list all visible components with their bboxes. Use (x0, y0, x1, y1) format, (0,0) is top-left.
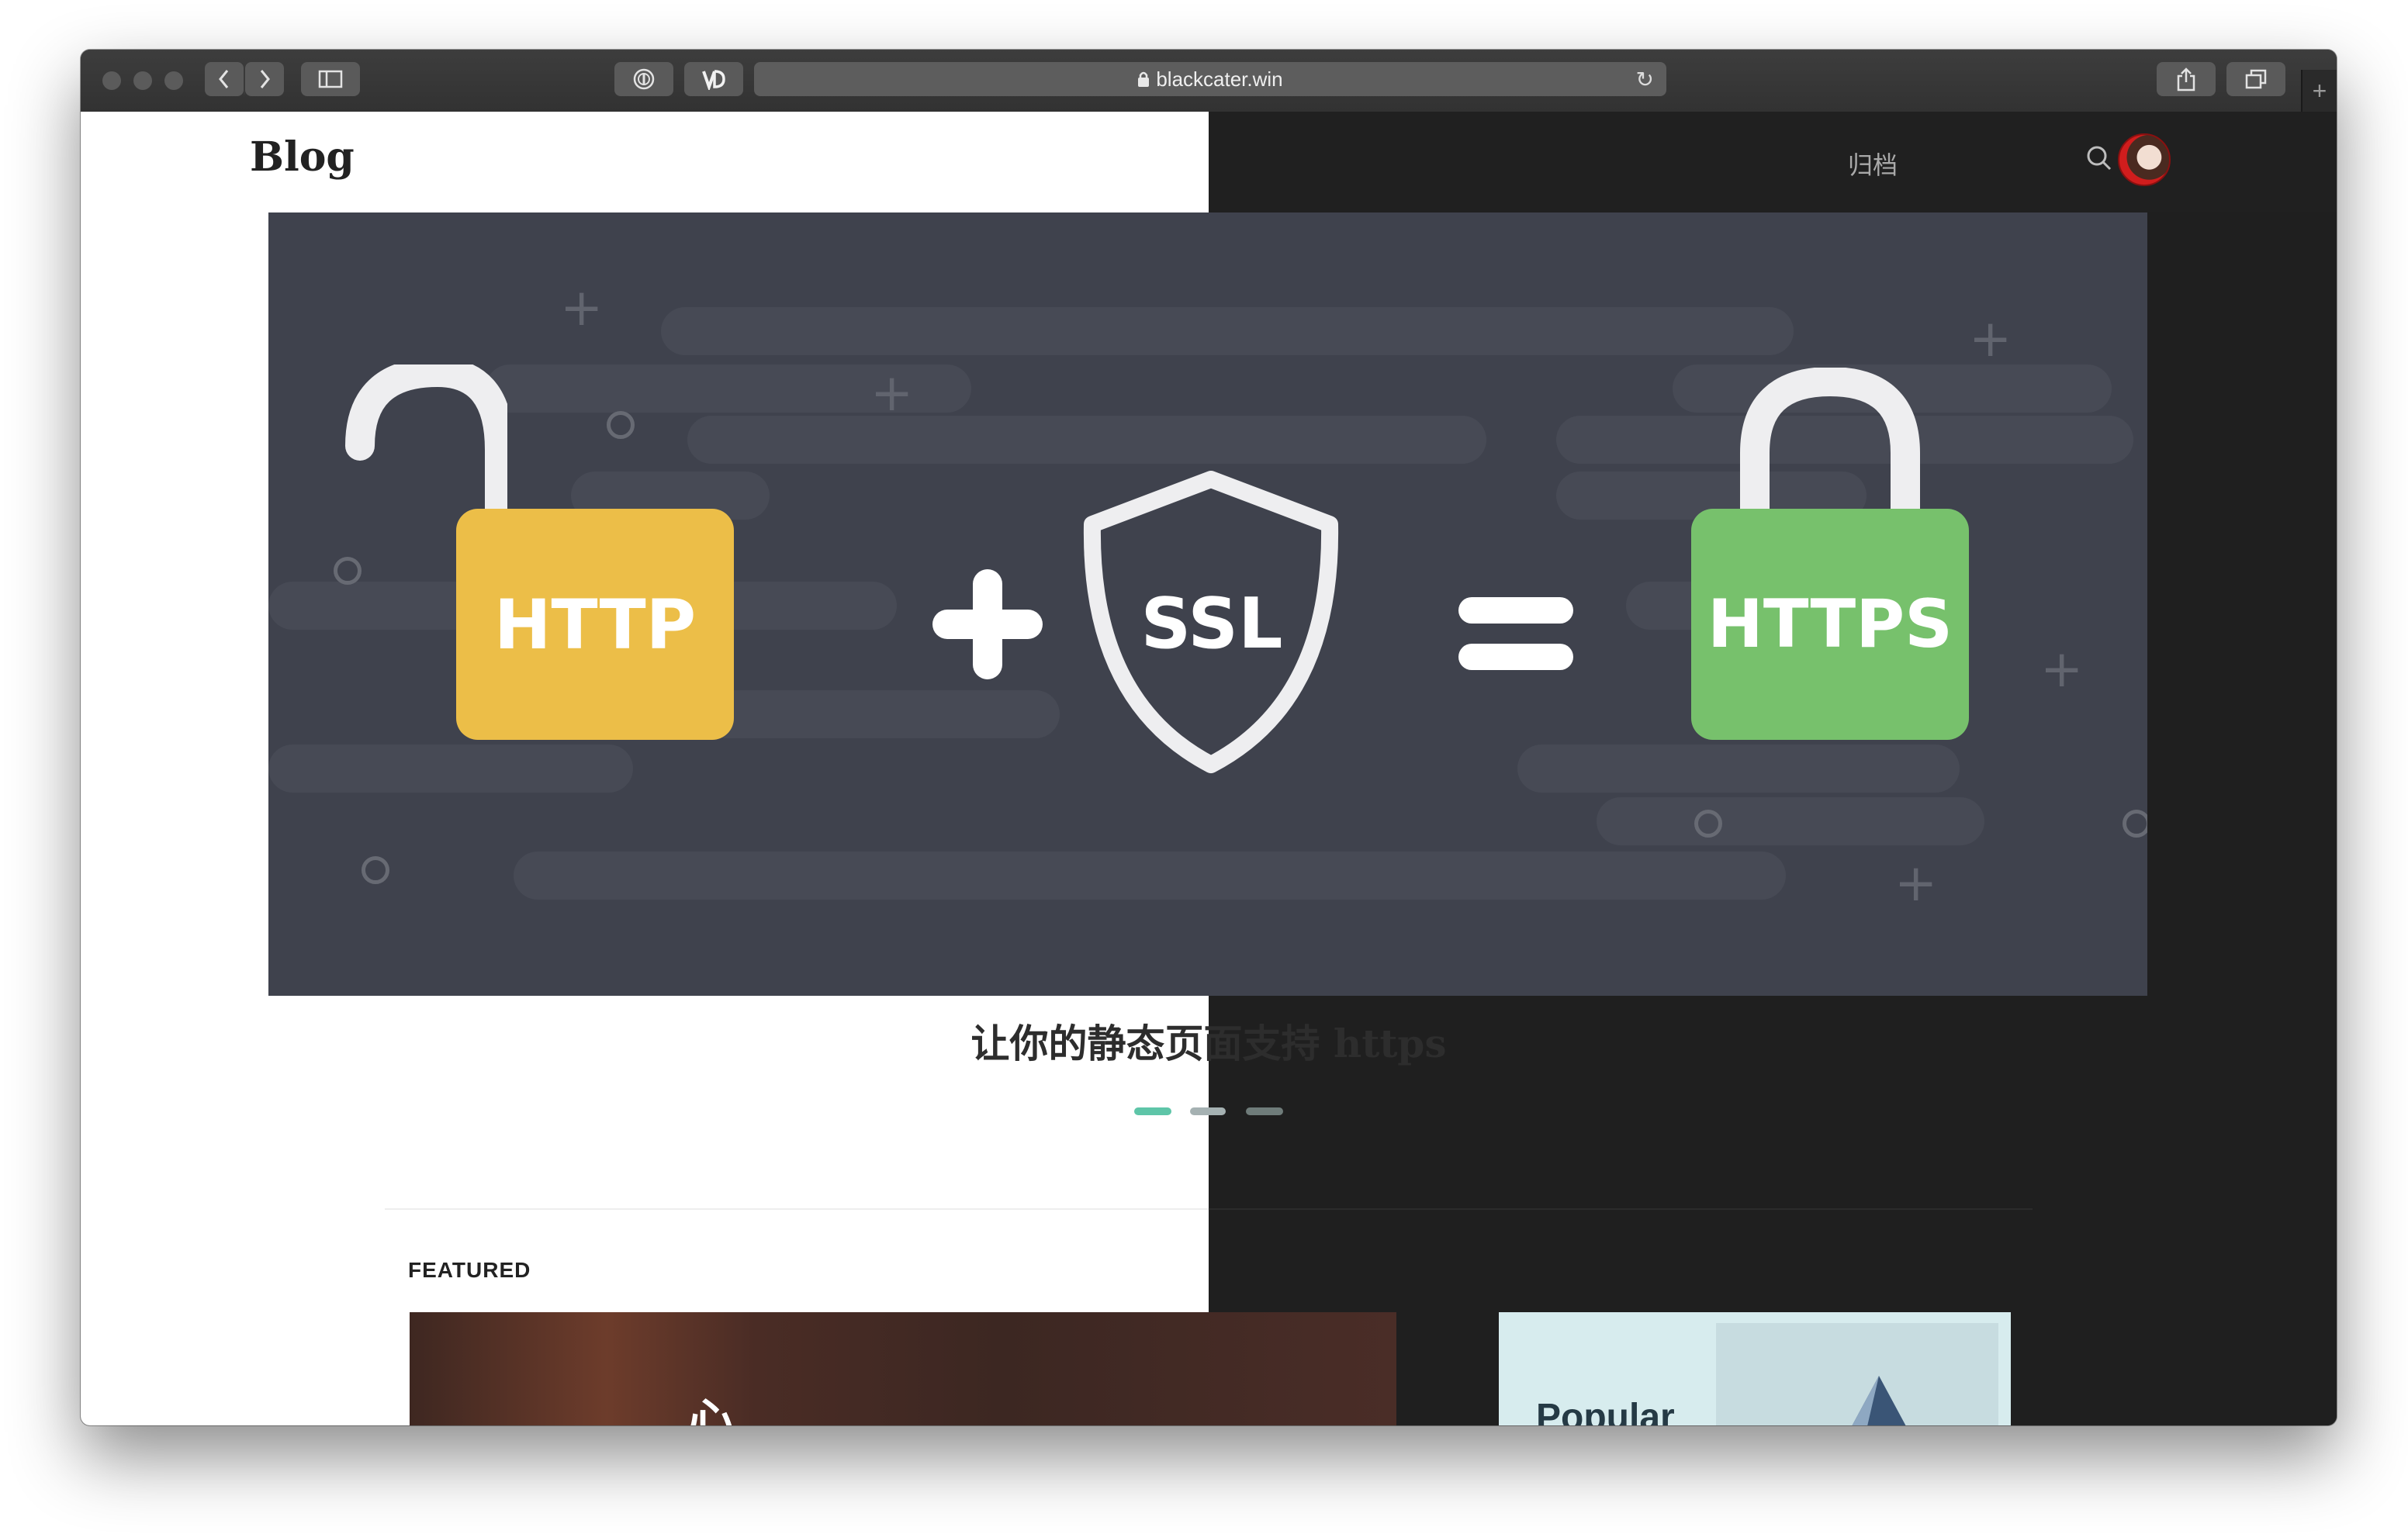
carousel-dot-3[interactable] (1246, 1107, 1283, 1115)
section-divider-dark (1209, 1208, 2033, 1210)
hero-decoration (1517, 745, 1960, 793)
forward-button[interactable] (245, 62, 284, 96)
share-button[interactable] (2157, 62, 2216, 96)
ssl-label: SSL (1140, 582, 1283, 665)
browser-toolbar: blackcater.win ↻ + (81, 50, 2337, 113)
tab-overview-button[interactable] (2226, 62, 2285, 96)
http-padlock: HTTP (456, 509, 734, 740)
browser-window: blackcater.win ↻ + Blog 归档 + + + + + HTT… (81, 50, 2337, 1425)
circle-decoration-icon (334, 557, 362, 585)
pyramid-illustration-icon (1852, 1376, 1906, 1425)
tabs-icon (2245, 69, 2267, 89)
featured-card-side-title: Popular (1536, 1397, 1675, 1425)
https-label: HTTPS (1707, 586, 1953, 663)
share-icon (2177, 67, 2195, 92)
hero-decoration (703, 690, 1060, 738)
circle-decoration-icon (2123, 810, 2147, 838)
https-padlock: HTTPS (1691, 509, 1969, 740)
circle-decoration-icon (362, 856, 389, 884)
new-tab-button[interactable]: + (2301, 70, 2337, 112)
zoom-window-button[interactable] (164, 71, 183, 90)
sidebar-icon (318, 70, 343, 88)
chevron-right-icon (260, 70, 270, 88)
circle-decoration-icon (1694, 810, 1722, 838)
nav-archive-link[interactable]: 归档 (1848, 146, 1898, 181)
extension-button[interactable] (684, 62, 743, 96)
circle-decoration-icon (607, 411, 635, 439)
plus-decoration-icon: + (1894, 853, 1938, 913)
hero-decoration (661, 307, 1794, 355)
minimize-window-button[interactable] (133, 71, 152, 90)
password-manager-button[interactable] (614, 62, 673, 96)
search-icon[interactable] (2084, 143, 2115, 174)
hero-decoration (1597, 797, 1984, 845)
equals-icon (1458, 597, 1573, 670)
plus-icon (932, 569, 1043, 679)
hero-caption[interactable]: 让你的静态页面支持 https (81, 1013, 2337, 1069)
extension-icon (702, 70, 725, 90)
address-bar-url: blackcater.win (1156, 67, 1283, 91)
chevron-left-icon (219, 70, 229, 88)
plus-icon: + (2312, 76, 2327, 105)
plus-decoration-icon: + (870, 363, 914, 423)
close-window-button[interactable] (102, 71, 121, 90)
page-content: Blog 归档 + + + + + HTTP SSL HTTPS 让你的静态页面… (81, 112, 2337, 1425)
featured-card-main-title: 心 (687, 1394, 734, 1425)
plus-decoration-icon: + (560, 278, 604, 337)
address-bar[interactable]: blackcater.win ↻ (754, 62, 1666, 96)
reload-icon[interactable]: ↻ (1636, 67, 1654, 92)
site-logo[interactable]: Blog (250, 133, 355, 181)
hero-decoration (687, 416, 1486, 464)
carousel-dot-2[interactable] (1190, 1107, 1226, 1115)
carousel-dot-1[interactable] (1134, 1107, 1171, 1115)
plus-decoration-icon: + (1969, 309, 2012, 368)
hero-decoration (268, 745, 633, 793)
lock-icon (1138, 71, 1150, 87)
sidebar-toggle-button[interactable] (301, 62, 360, 96)
featured-heading: FEATURED (408, 1258, 531, 1282)
hero-banner[interactable]: + + + + + HTTP SSL HTTPS (268, 212, 2147, 996)
featured-card-main[interactable] (410, 1312, 1396, 1425)
ssl-label-box: SSL (1108, 569, 1316, 678)
plus-decoration-icon: + (2040, 639, 2084, 699)
open-shackle-icon (345, 364, 507, 520)
hero-decoration (514, 852, 1786, 900)
http-label: HTTP (493, 584, 697, 665)
closed-shackle-icon (1740, 368, 1920, 523)
back-button[interactable] (205, 62, 244, 96)
user-avatar[interactable] (2118, 133, 2171, 186)
password-manager-icon (633, 68, 655, 90)
